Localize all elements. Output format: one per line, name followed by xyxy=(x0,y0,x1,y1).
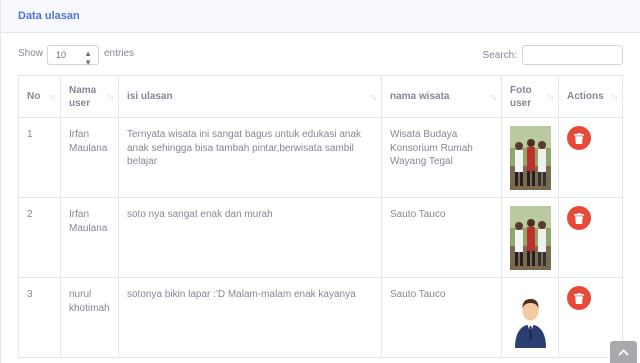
trash-icon xyxy=(574,292,584,304)
sort-icon: ↑↓ xyxy=(547,92,554,101)
cell-foto-user xyxy=(501,277,559,358)
sort-icon: ↑↓ xyxy=(490,92,497,101)
cell-isi-ulasan: Ternyata wisata ini sangat bagus untuk e… xyxy=(118,117,382,198)
reviews-table: No ↑↓ Nama user ↑↓ isi ulasan ↑↓ nama wisat… xyxy=(18,75,623,358)
cell-nama-user: Irfan Maulana xyxy=(60,117,119,198)
show-label: Show xyxy=(18,48,44,59)
delete-button[interactable] xyxy=(567,206,591,230)
cell-foto-user xyxy=(501,197,559,278)
cell-nama-wisata: Wisata Budaya Konsorium Rumah Wayang Teg… xyxy=(381,117,502,198)
cell-nama-wisata: Sauto Tauco xyxy=(381,277,502,358)
header-actions[interactable]: Actions ↑↓ xyxy=(558,75,623,118)
search-input[interactable] xyxy=(522,45,623,65)
trash-icon xyxy=(574,132,584,144)
trash-icon xyxy=(574,212,584,224)
cell-actions xyxy=(558,117,623,198)
sort-icon: ↑↓ xyxy=(370,92,377,101)
sort-icon: ↑↓ xyxy=(107,92,114,101)
entries-label: entries xyxy=(104,48,135,59)
cell-nama-user: Irfan Maulana xyxy=(60,197,119,278)
scroll-to-top-button[interactable] xyxy=(610,341,637,363)
header-foto-user[interactable]: Foto user ↑↓ xyxy=(501,75,559,118)
cell-foto-user xyxy=(501,117,559,198)
chevron-up-icon xyxy=(618,348,629,356)
default-avatar-icon xyxy=(510,286,551,350)
table-row: 3 nurul khotimah sotonya bikin lapar :'D… xyxy=(18,277,623,358)
user-group-photo xyxy=(510,126,551,190)
cell-nama-wisata: Sauto Tauco xyxy=(381,197,502,278)
header-nama-wisata[interactable]: nama wisata ↑↓ xyxy=(381,75,502,118)
page-length-value: 10 xyxy=(56,50,67,60)
cell-no: 2 xyxy=(18,197,61,278)
table-row: 2 Irfan Maulana soto nya sangat enak dan… xyxy=(18,197,623,278)
table-controls: Show 10 ▲ ▼ entries Search: xyxy=(18,45,623,67)
header-isi-ulasan[interactable]: isi ulasan ↑↓ xyxy=(118,75,382,118)
cell-actions xyxy=(558,197,623,278)
cell-isi-ulasan: soto nya sangat enak dan murah xyxy=(118,197,382,278)
cell-no: 1 xyxy=(18,117,61,198)
search-label: Search: xyxy=(482,50,517,61)
cell-nama-user: nurul khotimah xyxy=(60,277,119,358)
page-length-select[interactable]: 10 ▲ ▼ xyxy=(47,45,99,67)
select-caret-icon: ▲ ▼ xyxy=(84,49,92,67)
card-title: Data ulasan xyxy=(18,10,80,22)
cell-isi-ulasan: sotonya bikin lapar :'D Malam-malam enak… xyxy=(118,277,382,358)
sort-icon: ↑↓ xyxy=(49,92,56,101)
cell-no: 3 xyxy=(18,277,61,358)
header-nama-user[interactable]: Nama user ↑↓ xyxy=(60,75,119,118)
delete-button[interactable] xyxy=(567,286,591,310)
table-header-row: No ↑↓ Nama user ↑↓ isi ulasan ↑↓ nama wisat… xyxy=(18,75,623,118)
header-no[interactable]: No ↑↓ xyxy=(18,75,61,118)
delete-button[interactable] xyxy=(567,126,591,150)
reviews-card: Data ulasan Show 10 ▲ ▼ entries Search: N… xyxy=(0,0,640,363)
user-group-photo xyxy=(510,206,551,270)
table-row: 1 Irfan Maulana Ternyata wisata ini sang… xyxy=(18,117,623,198)
sort-icon: ↑↓ xyxy=(611,92,618,101)
card-header: Data ulasan xyxy=(1,0,640,33)
